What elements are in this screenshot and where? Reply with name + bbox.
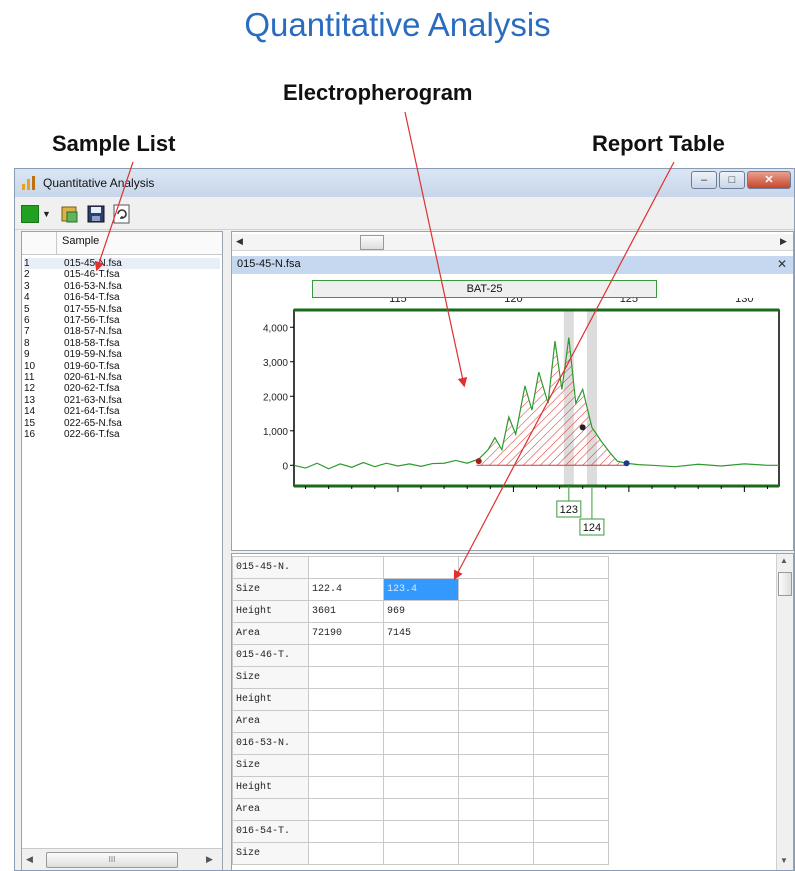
arrow-sample-list xyxy=(94,161,134,272)
arrow-report-table xyxy=(453,161,675,581)
arrow-electropherogram xyxy=(404,111,468,388)
annotation-arrows xyxy=(94,111,675,581)
